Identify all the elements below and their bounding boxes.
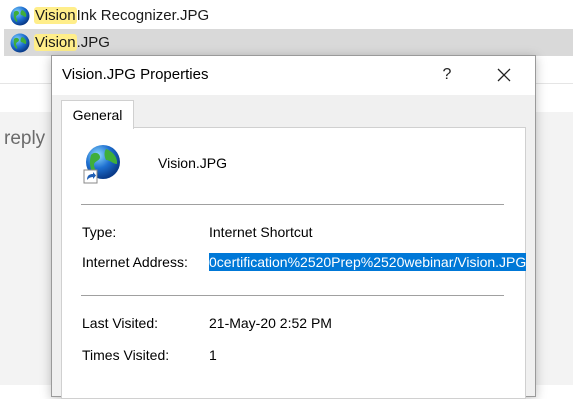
- type-value: Internet Shortcut: [209, 224, 313, 240]
- close-icon: [497, 68, 511, 82]
- times-visited-value: 1: [209, 347, 217, 363]
- tab-general[interactable]: General: [61, 100, 134, 129]
- dialog-title: Vision.JPG Properties: [62, 66, 209, 83]
- close-button[interactable]: [484, 60, 524, 90]
- general-panel: Vision.JPG Type: Internet Shortcut Inter…: [61, 127, 527, 399]
- internet-address-value: 0certification%2520Prep%2520webinar/Visi…: [209, 253, 527, 271]
- type-label: Type:: [82, 224, 117, 240]
- search-highlight: Vision: [34, 7, 77, 24]
- search-result-item-selected[interactable]: Vision .JPG: [4, 29, 573, 56]
- dialog-titlebar[interactable]: Vision.JPG Properties ?: [52, 56, 535, 95]
- help-button[interactable]: ?: [430, 60, 464, 90]
- result-name: .JPG: [76, 34, 110, 51]
- internet-address-label: Internet Address:: [82, 254, 188, 270]
- properties-dialog: Vision.JPG Properties ? General Vision.J…: [51, 55, 536, 399]
- globe-icon: [10, 6, 30, 25]
- times-visited-label: Times Visited:: [82, 347, 170, 363]
- search-highlight: Vision: [34, 34, 77, 51]
- globe-icon: [10, 33, 30, 52]
- result-name: Ink Recognizer.JPG: [76, 7, 210, 24]
- file-name: Vision.JPG: [158, 155, 227, 171]
- last-visited-label: Last Visited:: [82, 315, 159, 331]
- search-result-item[interactable]: Vision Ink Recognizer.JPG: [4, 2, 573, 29]
- reply-link[interactable]: reply: [4, 128, 45, 150]
- internet-address-field[interactable]: 0certification%2520Prep%2520webinar/Visi…: [209, 253, 527, 271]
- globe-icon: [83, 145, 120, 184]
- separator: [81, 295, 504, 296]
- last-visited-value: 21-May-20 2:52 PM: [209, 315, 332, 331]
- separator: [81, 204, 504, 205]
